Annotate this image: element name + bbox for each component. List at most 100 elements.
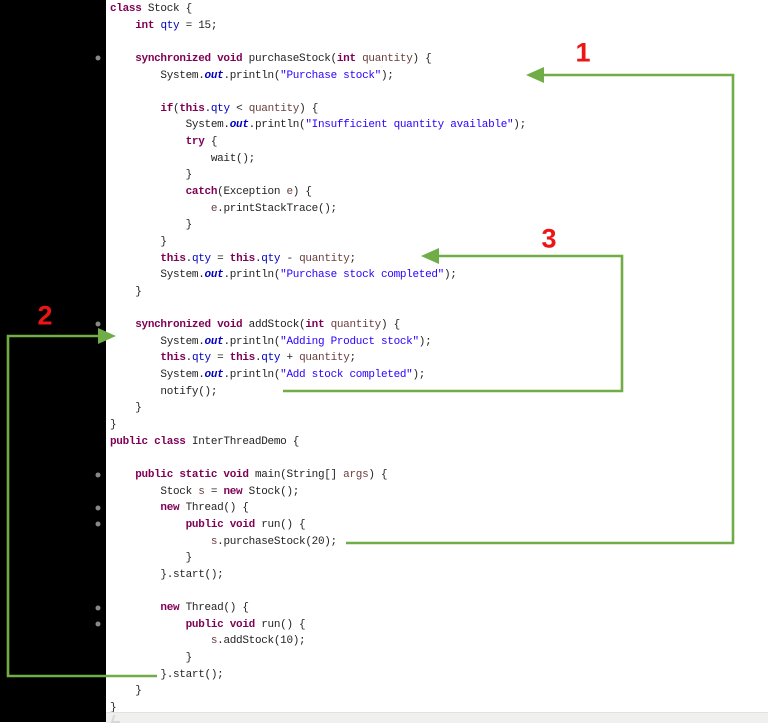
code-token: args bbox=[343, 468, 369, 481]
code-token: } bbox=[110, 169, 193, 182]
code-token: } bbox=[110, 285, 142, 298]
code-line: synchronized void purchaseStock(int quan… bbox=[110, 51, 526, 68]
step-label-1: 1 bbox=[575, 37, 591, 68]
code-token: run() { bbox=[254, 618, 306, 631]
code-line: new Thread() { bbox=[110, 500, 526, 517]
code-token: System. bbox=[110, 69, 205, 82]
code-token: qty bbox=[191, 252, 211, 265]
code-token: "Add stock completed" bbox=[280, 369, 413, 382]
code-line: Stock s = new Stock(); bbox=[110, 484, 526, 501]
code-token: public static void bbox=[135, 468, 249, 481]
code-token: quantity bbox=[299, 352, 350, 365]
code-token: + bbox=[280, 352, 300, 365]
code-token: .println( bbox=[248, 119, 306, 132]
code-token: qty bbox=[191, 352, 211, 365]
code-token: out bbox=[204, 269, 224, 282]
gutter-marker-dot[interactable] bbox=[95, 521, 101, 527]
code-token: System. bbox=[110, 369, 205, 382]
code-token: public class bbox=[110, 435, 186, 448]
gutter-marker-dot[interactable] bbox=[95, 472, 101, 478]
code-token: this bbox=[160, 352, 186, 365]
code-token: ) { bbox=[292, 186, 312, 199]
code-token: ); bbox=[513, 119, 526, 132]
code-token: } bbox=[110, 219, 193, 232]
code-token: } bbox=[110, 419, 117, 432]
code-token: } bbox=[110, 552, 193, 565]
code-line: } bbox=[110, 683, 526, 700]
code-line: wait(); bbox=[110, 151, 526, 168]
gutter-marker-dot[interactable] bbox=[95, 621, 101, 627]
code-token: public void bbox=[185, 518, 256, 531]
horizontal-scrollbar[interactable] bbox=[106, 712, 768, 723]
gutter-marker-dot[interactable] bbox=[95, 605, 101, 611]
code-token: .addStock(10); bbox=[217, 635, 306, 648]
step-label-3: 3 bbox=[541, 223, 557, 254]
code-token: } bbox=[110, 685, 142, 698]
code-token: .printStackTrace(); bbox=[217, 202, 337, 215]
gutter-marker-dot[interactable] bbox=[95, 55, 101, 61]
code-line: if(this.qty < quantity) { bbox=[110, 101, 526, 118]
code-token: Stock(); bbox=[242, 485, 300, 498]
code-token: out bbox=[204, 335, 224, 348]
code-line: System.out.println("Adding Product stock… bbox=[110, 334, 526, 351]
code-token: this bbox=[179, 102, 205, 115]
code-token: .println( bbox=[223, 69, 281, 82]
code-token: qty bbox=[261, 352, 281, 365]
code-token: .println( bbox=[223, 269, 281, 282]
code-line: }.start(); bbox=[110, 567, 526, 584]
code-token: out bbox=[204, 369, 224, 382]
code-token: synchronized void bbox=[135, 52, 243, 65]
code-token: "Insufficient quantity available" bbox=[305, 119, 514, 132]
code-token: ); bbox=[418, 335, 432, 348]
code-token: int bbox=[305, 319, 325, 332]
code-token: catch bbox=[185, 186, 218, 199]
slide-black-band bbox=[0, 0, 106, 722]
gutter-marker-dot[interactable] bbox=[95, 505, 101, 511]
code-line: public void run() { bbox=[110, 517, 526, 534]
code-token: = bbox=[210, 252, 230, 265]
code-token: Stock { bbox=[141, 3, 192, 15]
step-label-2: 2 bbox=[37, 300, 53, 331]
code-token: = bbox=[204, 485, 224, 498]
code-token: ; bbox=[349, 352, 357, 365]
code-token: }.start(); bbox=[110, 668, 224, 681]
code-line: int qty = 15; bbox=[110, 18, 526, 35]
code-token: } bbox=[110, 235, 167, 248]
code-token: qty bbox=[261, 252, 281, 265]
code-token: ) { bbox=[381, 319, 400, 332]
code-line: } bbox=[110, 167, 526, 184]
code-token: out bbox=[204, 69, 224, 82]
code-line: } bbox=[110, 217, 526, 234]
code-line: }.start(); bbox=[110, 667, 526, 684]
code-line: System.out.println("Insufficient quantit… bbox=[110, 117, 527, 134]
code-token: addStock( bbox=[242, 319, 306, 332]
code-token: } bbox=[110, 651, 193, 664]
code-token: System. bbox=[110, 119, 230, 132]
code-token: quantity bbox=[330, 319, 382, 332]
code-token: int bbox=[336, 52, 356, 65]
code-token: (Exception bbox=[217, 186, 287, 199]
code-block[interactable]: class Stock { int qty = 15; synchronized… bbox=[110, 1, 526, 717]
code-token: - bbox=[280, 252, 300, 265]
code-token: class bbox=[110, 3, 142, 15]
code-line: } bbox=[110, 650, 526, 667]
code-line: catch(Exception e) { bbox=[110, 184, 526, 201]
gutter-marker-dot[interactable] bbox=[95, 321, 101, 327]
code-line: class Stock { bbox=[110, 1, 526, 18]
code-token: qty bbox=[160, 19, 180, 32]
code-token: .println( bbox=[223, 335, 281, 348]
code-line: s.addStock(10); bbox=[110, 633, 526, 650]
